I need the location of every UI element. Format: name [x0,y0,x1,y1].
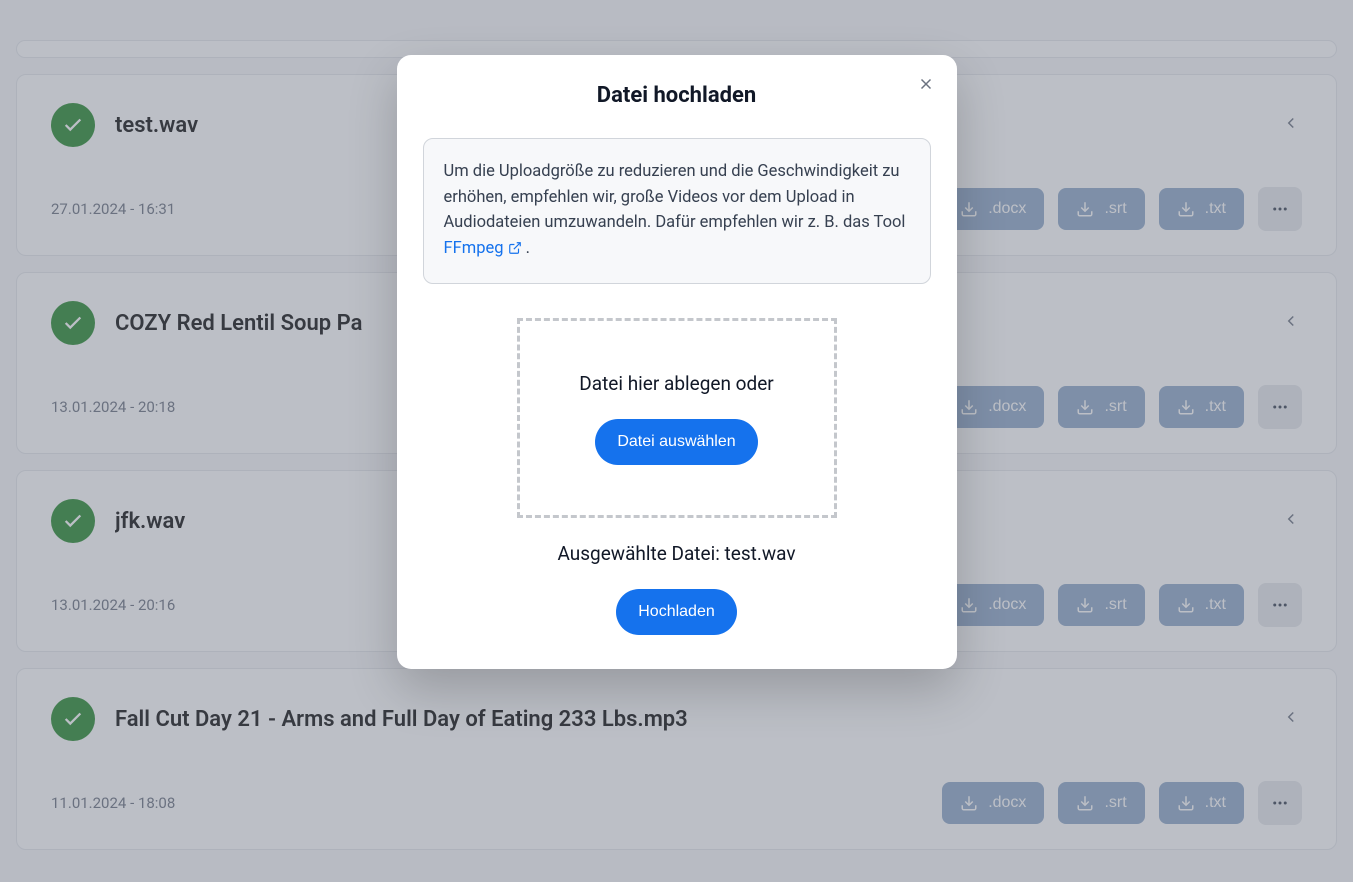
upload-button[interactable]: Hochladen [616,589,737,635]
ffmpeg-link[interactable]: FFmpeg [444,239,522,258]
select-file-button[interactable]: Datei auswählen [595,419,757,465]
info-box: Um die Uploadgröße zu reduzieren und die… [423,138,931,284]
dropzone[interactable]: Datei hier ablegen oder Datei auswählen [517,318,837,518]
external-link-icon [508,238,522,264]
selected-file-label: Ausgewählte Datei: test.wav [423,542,931,565]
modal-overlay[interactable]: Datei hochladen Um die Uploadgröße zu re… [0,0,1353,882]
modal-close-button[interactable] [911,69,941,102]
info-text: Um die Uploadgröße zu reduzieren und die… [444,162,906,232]
modal-title: Datei hochladen [423,83,931,108]
drop-text: Datei hier ablegen oder [579,372,773,395]
close-icon [917,75,935,93]
upload-modal: Datei hochladen Um die Uploadgröße zu re… [397,55,957,669]
info-trailing: . [522,239,530,258]
